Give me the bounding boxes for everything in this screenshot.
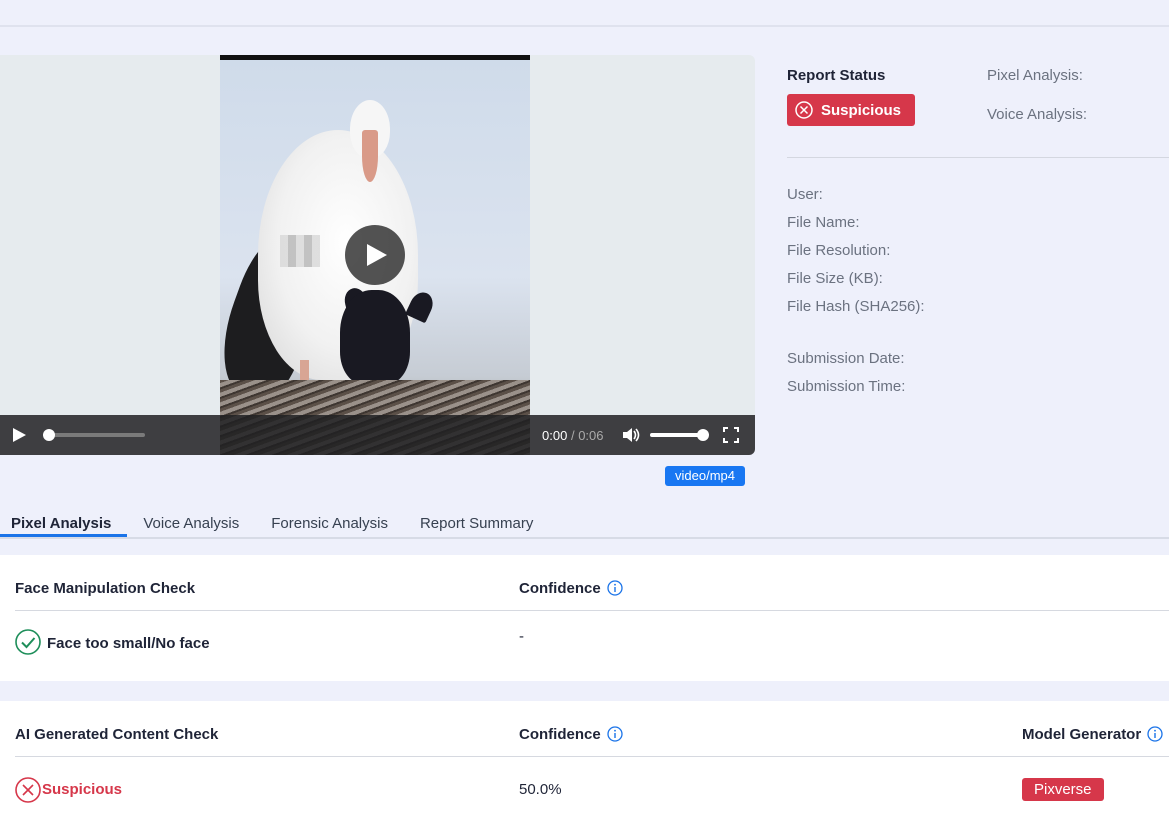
info-icon[interactable] [607,580,623,596]
close-circle-icon [15,777,41,803]
ai-confidence-value: 50.0% [519,781,562,798]
player-controls: 0:00 / 0:06 [0,415,755,455]
info-icon[interactable] [1147,726,1163,742]
tab-report-summary[interactable]: Report Summary [409,510,544,537]
model-generator-header-label: Model Generator [1022,726,1142,743]
report-divider [787,157,1169,158]
model-generator-badge: Pixverse [1022,778,1104,801]
volume-slider[interactable] [650,429,709,441]
tab-voice-analysis[interactable]: Voice Analysis [132,510,250,537]
ai-generated-card: AI Generated Content Check Confidence Mo… [0,701,1169,827]
ai-confidence-header-label: Confidence [519,726,601,743]
face-confidence-value: - [519,628,524,645]
close-circle-icon [795,101,813,119]
fullscreen-icon[interactable] [723,427,739,443]
video-player[interactable]: 0:00 / 0:06 [0,55,755,455]
report-status-badge: Suspicious [787,94,916,126]
file-size-label: File Size (KB): [787,270,883,287]
play-icon[interactable] [10,427,28,443]
play-overlay-button[interactable] [345,225,405,285]
dog-shape [340,290,410,385]
volume-handle[interactable] [697,429,709,441]
seek-bar[interactable] [43,429,145,441]
file-hash-label: File Hash (SHA256): [787,298,925,315]
file-resolution-label: File Resolution: [787,242,891,259]
file-name-label: File Name: [787,214,860,231]
seek-handle[interactable] [43,429,55,441]
submission-date-label: Submission Date: [787,350,905,367]
duration: 0:06 [578,428,604,443]
time-separator: / [570,428,575,443]
report-status-value: Suspicious [821,101,902,119]
tabs-baseline [562,537,1169,539]
model-generator-header: Model Generator [1022,726,1163,743]
play-icon [367,244,387,266]
face-manipulation-card: Face Manipulation Check Confidence Face … [0,555,1169,681]
user-label: User: [787,186,823,203]
tab-pixel-analysis[interactable]: Pixel Analysis [0,510,128,537]
ai-confidence-header: Confidence [519,726,623,743]
ai-card-separator [15,756,1169,757]
voice-analysis-label: Voice Analysis: [987,106,1088,123]
tab-forensic-analysis[interactable]: Forensic Analysis [260,510,399,537]
submission-time-label: Submission Time: [787,378,906,395]
volume-icon[interactable] [622,427,640,443]
current-time: 0:00 [542,428,568,443]
face-confidence-header-label: Confidence [519,580,601,597]
analysis-tabs: Pixel Analysis Voice Analysis Forensic A… [0,510,562,539]
time-display: 0:00 / 0:06 [542,428,604,443]
mime-type-badge: video/mp4 [665,466,745,486]
face-check-header: Face Manipulation Check [15,580,196,597]
face-card-separator [15,610,1169,611]
ai-check-header: AI Generated Content Check [15,726,219,743]
pixelated-region [280,235,320,267]
ai-check-result: Suspicious [42,781,123,798]
face-confidence-header: Confidence [519,580,623,597]
info-icon[interactable] [607,726,623,742]
check-circle-icon [15,629,41,655]
top-divider [0,25,1169,27]
pixel-analysis-label: Pixel Analysis: [987,67,1083,84]
stork-beak-shape [362,130,378,182]
face-check-result: Face too small/No face [47,635,210,652]
report-status-title: Report Status [787,67,886,84]
